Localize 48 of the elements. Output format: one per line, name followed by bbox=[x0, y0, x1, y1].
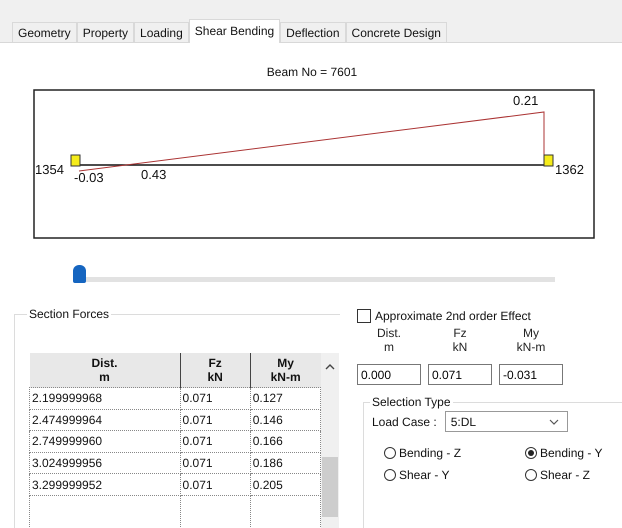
table-cell: 0.071 bbox=[180, 430, 250, 452]
value-field[interactable]: 0.071 bbox=[428, 364, 492, 385]
value-label: 0.43 bbox=[141, 167, 166, 182]
value-heading: My kN-m bbox=[516, 326, 546, 356]
table-cell: 3.299999952 bbox=[30, 474, 180, 496]
value-heading: Fz kN bbox=[452, 326, 468, 356]
table-cell: 2.199999968 bbox=[30, 388, 180, 410]
group-title: Section Forces bbox=[28, 307, 110, 321]
radio-option[interactable]: Shear - Z bbox=[525, 468, 622, 482]
tab[interactable]: Concrete Design bbox=[346, 22, 447, 42]
value-label: 0.21 bbox=[513, 93, 538, 108]
column-header: Fz kN bbox=[180, 353, 250, 388]
chevron-down-icon bbox=[548, 418, 559, 424]
tab[interactable]: Property bbox=[76, 22, 134, 42]
tab[interactable]: Geometry bbox=[12, 22, 77, 42]
table-cell: 0.071 bbox=[180, 452, 250, 474]
scrollbar[interactable] bbox=[321, 353, 339, 528]
value-heading: Dist. m bbox=[377, 326, 401, 356]
node-label: 1354 bbox=[35, 162, 64, 177]
support-icon bbox=[70, 154, 80, 166]
table-cell: 3.024999956 bbox=[30, 452, 180, 474]
group-title: Selection Type bbox=[371, 395, 452, 409]
beam-title: Beam No = 7601 bbox=[266, 65, 358, 81]
tab[interactable]: Loading bbox=[134, 22, 189, 42]
radio-option[interactable]: Bending - Z bbox=[384, 446, 525, 460]
column-header: Dist. m bbox=[30, 353, 180, 388]
slider-thumb[interactable] bbox=[73, 265, 86, 283]
tab[interactable]: Deflection bbox=[280, 22, 346, 42]
radio-option[interactable]: Bending - Y bbox=[525, 446, 622, 460]
scroll-up-icon[interactable] bbox=[325, 363, 335, 371]
load-case-label: Load Case : bbox=[372, 414, 437, 428]
tab[interactable]: Shear Bending bbox=[188, 19, 280, 43]
table-cell: 0.071 bbox=[180, 409, 250, 431]
table-cell: 0.071 bbox=[180, 388, 250, 410]
table-cell: 0.071 bbox=[180, 474, 250, 496]
checkbox-label[interactable]: Approximate 2nd order Effect bbox=[375, 309, 531, 323]
table-cell: 2.474999964 bbox=[30, 409, 180, 431]
value-field[interactable]: 0.000 bbox=[357, 364, 421, 385]
support-icon bbox=[544, 154, 554, 166]
scrollbar-thumb[interactable] bbox=[322, 457, 338, 517]
value-field[interactable]: -0.031 bbox=[499, 364, 563, 385]
table-cell: 2.749999960 bbox=[30, 430, 180, 452]
load-case-dropdown[interactable]: 5:DL bbox=[444, 411, 568, 432]
radio-option[interactable]: Shear - Y bbox=[384, 468, 525, 482]
column-header: My kN-m bbox=[250, 353, 320, 388]
node-label: 1362 bbox=[555, 162, 584, 177]
value-label: -0.03 bbox=[74, 170, 104, 185]
checkbox[interactable] bbox=[357, 309, 371, 323]
